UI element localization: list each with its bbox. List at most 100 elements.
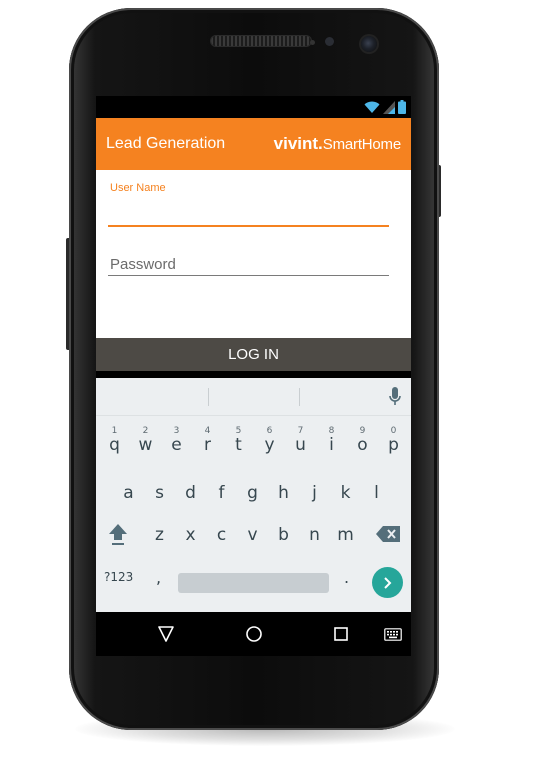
key-hint: 8 xyxy=(328,426,335,436)
suggestion-divider xyxy=(208,388,209,406)
period-key[interactable]: . xyxy=(344,568,349,587)
key-label: d xyxy=(185,483,196,503)
key-hint: 2 xyxy=(142,426,149,436)
key-r[interactable]: 4r xyxy=(192,422,223,462)
front-camera xyxy=(361,36,377,52)
key-label: o xyxy=(357,435,368,455)
key-label: z xyxy=(155,525,164,545)
logo-regular-text: SmartHome xyxy=(322,136,401,153)
battery-icon xyxy=(398,100,406,114)
key-g[interactable]: g xyxy=(237,473,268,513)
key-hint: 6 xyxy=(266,426,273,436)
key-x[interactable]: x xyxy=(175,515,206,555)
key-o[interactable]: 9o xyxy=(347,422,378,462)
wifi-icon xyxy=(364,101,380,113)
key-p[interactable]: 0p xyxy=(378,422,409,462)
login-button[interactable]: LOG IN xyxy=(96,338,411,371)
key-i[interactable]: 8i xyxy=(316,422,347,462)
soft-keyboard: ?123 , . 1q2w3e4r5t6y7u8i9o0pasdfghjklzx… xyxy=(96,378,411,612)
key-label: g xyxy=(247,483,258,503)
key-j[interactable]: j xyxy=(299,473,330,513)
key-hint: 7 xyxy=(297,426,304,436)
key-label: y xyxy=(264,435,275,455)
key-l[interactable]: l xyxy=(361,473,392,513)
key-a[interactable]: a xyxy=(113,473,144,513)
key-hint: 0 xyxy=(390,426,397,436)
key-label: b xyxy=(278,525,289,545)
key-e[interactable]: 3e xyxy=(161,422,192,462)
suggestion-strip xyxy=(96,378,411,416)
key-label: e xyxy=(171,435,182,455)
spacebar[interactable] xyxy=(178,573,329,593)
key-label: k xyxy=(340,483,351,503)
navigation-bar xyxy=(96,612,411,656)
key-hint: 1 xyxy=(111,426,118,436)
key-label: f xyxy=(218,483,225,503)
key-hint: 4 xyxy=(204,426,211,436)
microphone-icon[interactable] xyxy=(389,387,401,407)
key-label: j xyxy=(312,483,317,503)
keyboard-switch-icon[interactable] xyxy=(381,622,405,646)
username-field[interactable] xyxy=(108,198,389,226)
key-label: w xyxy=(138,435,153,455)
key-label: v xyxy=(247,525,258,545)
key-q[interactable]: 1q xyxy=(99,422,130,462)
backspace-icon[interactable] xyxy=(376,526,400,542)
key-label: p xyxy=(388,435,399,455)
sensor-dot xyxy=(310,40,315,45)
key-label: r xyxy=(204,435,211,455)
proximity-sensor xyxy=(325,37,334,46)
key-c[interactable]: c xyxy=(206,515,237,555)
key-h[interactable]: h xyxy=(268,473,299,513)
signal-icon xyxy=(383,101,395,114)
enter-key[interactable] xyxy=(372,567,403,598)
home-icon[interactable] xyxy=(242,622,266,646)
back-icon[interactable] xyxy=(154,622,178,646)
key-label: t xyxy=(235,435,242,455)
comma-key[interactable]: , xyxy=(156,568,161,587)
key-v[interactable]: v xyxy=(237,515,268,555)
key-label: m xyxy=(337,525,354,545)
username-underline xyxy=(108,225,389,227)
suggestion-divider xyxy=(299,388,300,406)
key-label: s xyxy=(155,483,164,503)
password-field[interactable] xyxy=(108,252,393,276)
key-label: x xyxy=(185,525,196,545)
key-label: q xyxy=(109,435,120,455)
app-bar: Lead Generation vivint.SmartHome xyxy=(96,118,411,170)
key-label: u xyxy=(295,435,306,455)
key-w[interactable]: 2w xyxy=(130,422,161,462)
key-b[interactable]: b xyxy=(268,515,299,555)
key-m[interactable]: m xyxy=(330,515,361,555)
key-z[interactable]: z xyxy=(144,515,175,555)
key-label: l xyxy=(374,483,379,503)
vivint-smarthome-logo: vivint.SmartHome xyxy=(273,134,402,154)
key-u[interactable]: 7u xyxy=(285,422,316,462)
username-label: User Name xyxy=(110,182,166,194)
key-label: h xyxy=(278,483,289,503)
key-f[interactable]: f xyxy=(206,473,237,513)
key-label: a xyxy=(123,483,134,503)
recents-icon[interactable] xyxy=(329,622,353,646)
key-hint: 5 xyxy=(235,426,242,436)
key-n[interactable]: n xyxy=(299,515,330,555)
earpiece-speaker xyxy=(211,36,311,46)
key-s[interactable]: s xyxy=(144,473,175,513)
key-label: n xyxy=(309,525,320,545)
login-form: User Name xyxy=(96,170,411,338)
symbols-key[interactable]: ?123 xyxy=(104,570,133,584)
app-title: Lead Generation xyxy=(106,135,226,152)
key-label: i xyxy=(329,435,334,455)
key-hint: 9 xyxy=(359,426,366,436)
chevron-right-icon xyxy=(383,576,391,589)
phone-screen: Lead Generation vivint.SmartHome User Na… xyxy=(96,96,411,656)
key-y[interactable]: 6y xyxy=(254,422,285,462)
shift-icon[interactable] xyxy=(108,523,128,547)
key-t[interactable]: 5t xyxy=(223,422,254,462)
key-d[interactable]: d xyxy=(175,473,206,513)
logo-bold-text: vivint. xyxy=(273,134,323,153)
key-k[interactable]: k xyxy=(330,473,361,513)
key-label: c xyxy=(216,525,227,545)
status-bar xyxy=(96,96,411,118)
password-underline xyxy=(108,275,389,276)
